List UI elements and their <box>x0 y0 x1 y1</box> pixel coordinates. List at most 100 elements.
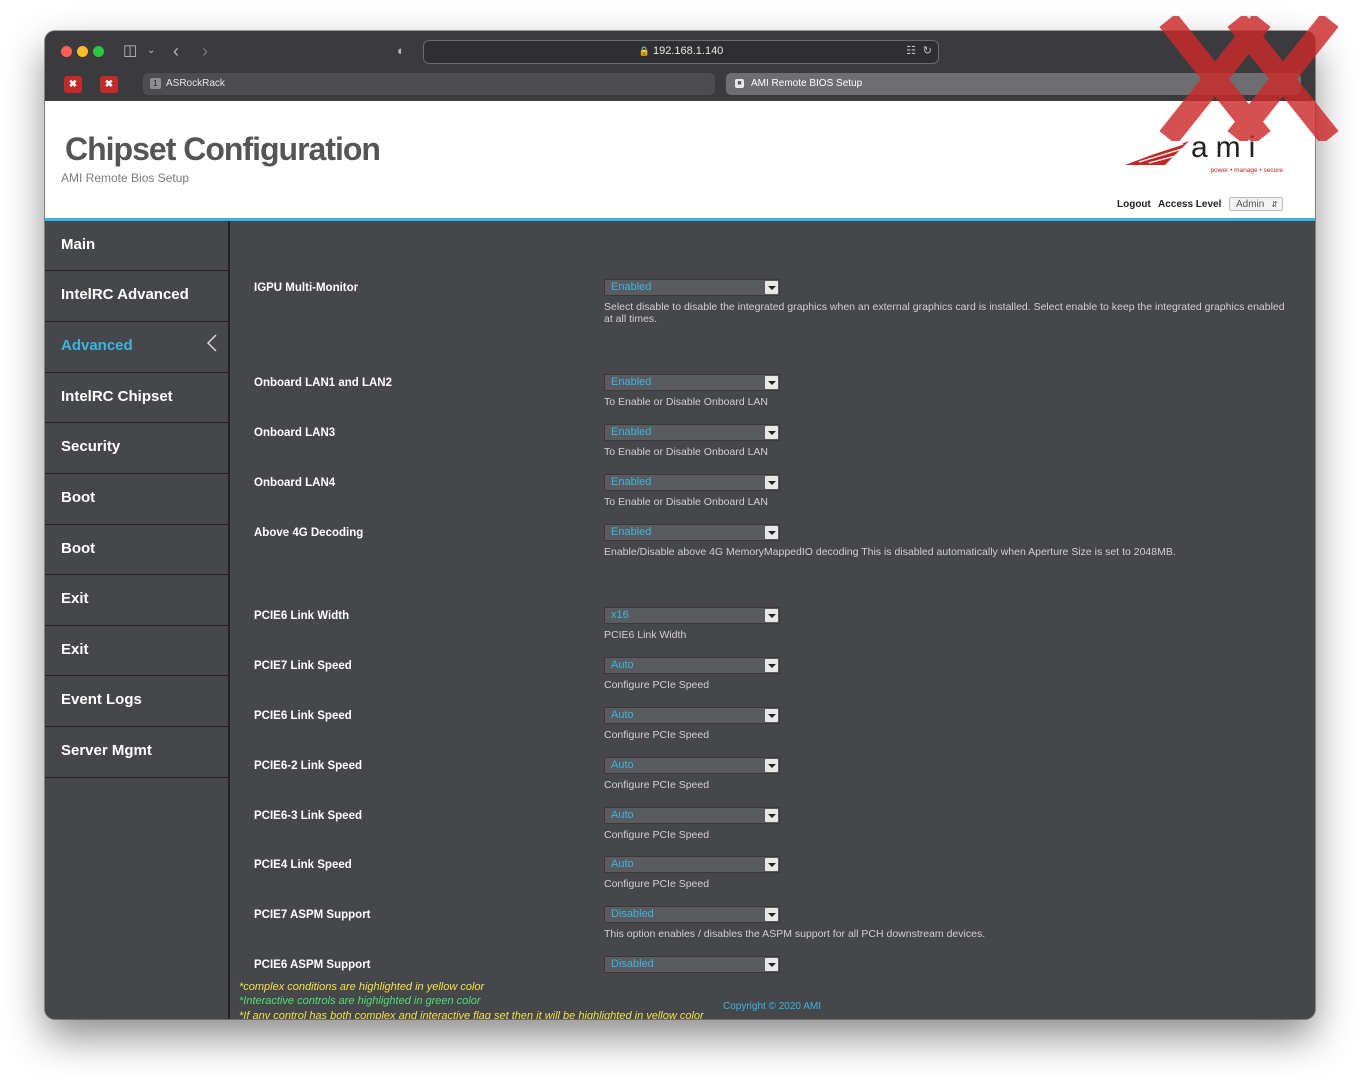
dropdown-arrow-icon <box>765 858 778 871</box>
onboard-lan1-lan2-select[interactable]: Enabled <box>604 374 780 391</box>
sidebar-item-label: Exit <box>61 590 89 607</box>
setting-label: PCIE7 Link Speed <box>254 660 352 672</box>
logout-link[interactable]: Logout <box>1117 199 1151 210</box>
pcie6-2-link-speed-select[interactable]: Auto <box>604 757 780 774</box>
tab-asrockrack[interactable]: 1 ASRockRack <box>143 73 715 95</box>
settings-panel: IGPU Multi-Monitor Enabled Select disabl… <box>230 221 1315 1019</box>
xx-watermark-icon <box>1159 16 1339 141</box>
setting-help: Configure PCIe Speed <box>604 829 710 841</box>
url-text: 192.168.1.140 <box>652 45 724 57</box>
select-value: Auto <box>611 809 634 821</box>
address-bar[interactable]: 🔒 192.168.1.140 ☷ ↻ <box>423 40 939 64</box>
dropdown-arrow-icon <box>765 609 778 622</box>
sidebar-item-boot-2[interactable]: Boot <box>45 525 228 575</box>
back-icon[interactable]: ‹ <box>173 41 179 61</box>
tab-number-badge: 1 <box>150 77 161 89</box>
pcie7-link-speed-select[interactable]: Auto <box>604 657 780 674</box>
select-value: x16 <box>611 609 629 621</box>
setting-help: Configure PCIe Speed <box>604 679 710 691</box>
select-value: Enabled <box>611 281 652 293</box>
pcie7-aspm-support-select[interactable]: Disabled <box>604 906 780 923</box>
sidebar-item-exit[interactable]: Exit <box>45 575 228 626</box>
select-value: Auto <box>611 759 634 771</box>
browser-toolbar: ◫ ⌄ ‹ › ◐ 🔒 192.168.1.140 ☷ ↻ <box>45 31 1315 71</box>
pinned-tab-2[interactable]: ✖ <box>100 76 118 93</box>
page-header: Chipset Configuration AMI Remote Bios Se… <box>45 101 1315 221</box>
setting-help: Enable/Disable above 4G MemoryMappedIO d… <box>604 546 1176 558</box>
sidebar-item-label: IntelRC Chipset <box>61 388 173 405</box>
sidebar-item-label: Server Mgmt <box>61 742 152 759</box>
dropdown-arrow-icon <box>765 709 778 722</box>
setting-label: Onboard LAN3 <box>254 427 336 439</box>
sidebar-item-boot[interactable]: Boot <box>45 474 228 525</box>
sidebar-item-event-logs[interactable]: Event Logs <box>45 676 228 727</box>
dropdown-arrow-icon <box>765 376 778 389</box>
select-value: Auto <box>611 858 634 870</box>
setting-label: PCIE6-3 Link Speed <box>254 810 363 822</box>
sidebar-toggle-icon[interactable]: ◫ <box>123 41 137 61</box>
chevron-down-icon[interactable]: ⌄ <box>147 41 155 61</box>
setting-label: Onboard LAN4 <box>254 477 336 489</box>
sidebar-item-security[interactable]: Security <box>45 423 228 474</box>
tab-bar: ✖ ✖ 1 ASRockRack ■ AMI Remote BIOS Setup <box>45 71 1315 101</box>
setting-help: This option enables / disables the ASPM … <box>604 928 986 940</box>
sidebar-item-label: Security <box>61 438 121 455</box>
access-level-value: Admin <box>1236 199 1265 210</box>
privacy-shield-icon[interactable]: ◐ <box>397 41 405 61</box>
sidebar-item-server-mgmt[interactable]: Server Mgmt <box>45 727 228 778</box>
access-level-label: Access Level <box>1158 199 1222 210</box>
sidebar-item-advanced[interactable]: Advanced <box>45 322 228 373</box>
sidebar-item-intelrc-advanced[interactable]: IntelRC Advanced <box>45 271 228 322</box>
select-value: Auto <box>611 659 634 671</box>
sidebar-item-label: Event Logs <box>61 691 142 708</box>
sidebar-item-intelrc-chipset[interactable]: IntelRC Chipset <box>45 373 228 423</box>
chevron-left-icon <box>207 334 217 352</box>
setting-label: PCIE6 Link Width <box>254 610 350 622</box>
dropdown-arrow-icon <box>765 809 778 822</box>
setting-help: To Enable or Disable Onboard LAN <box>604 446 769 458</box>
translate-icon[interactable]: ☷ <box>906 44 916 57</box>
select-value: Enabled <box>611 476 652 488</box>
igpu-multi-monitor-select[interactable]: Enabled <box>604 279 780 296</box>
setting-label: Onboard LAN1 and LAN2 <box>254 377 393 389</box>
sidebar-item-label: Advanced <box>61 337 133 354</box>
pinned-tab-1[interactable]: ✖ <box>64 76 82 93</box>
zoom-window-button[interactable] <box>93 46 104 57</box>
sidebar-item-label: Boot <box>61 540 96 557</box>
sidebar-item-label: Main <box>61 236 96 253</box>
sidebar-item-label: Boot <box>61 489 96 506</box>
reload-icon[interactable]: ↻ <box>923 44 932 57</box>
setting-help: PCIE6 Link Width <box>604 629 687 641</box>
minimize-window-button[interactable] <box>77 46 88 57</box>
copyright: Copyright © 2020 AMI <box>723 1001 821 1012</box>
select-arrows-icon: ⇵ <box>1271 200 1278 209</box>
select-value: Auto <box>611 709 634 721</box>
onboard-lan3-select[interactable]: Enabled <box>604 424 780 441</box>
setting-help: Configure PCIe Speed <box>604 779 710 791</box>
pcie6-link-speed-select[interactable]: Auto <box>604 707 780 724</box>
setting-label: PCIE6-2 Link Speed <box>254 760 363 772</box>
dropdown-arrow-icon <box>765 476 778 489</box>
interactive-controls-note: *Interactive controls are highlighted in… <box>239 995 481 1007</box>
page-title: Chipset Configuration <box>65 131 381 167</box>
pcie6-link-width-select[interactable]: x16 <box>604 607 780 624</box>
setting-help: Configure PCIe Speed <box>604 878 710 890</box>
close-window-button[interactable] <box>61 46 72 57</box>
onboard-lan4-select[interactable]: Enabled <box>604 474 780 491</box>
access-level-select[interactable]: Admin ⇵ <box>1229 197 1283 211</box>
dropdown-arrow-icon <box>765 281 778 294</box>
pcie6-3-link-speed-select[interactable]: Auto <box>604 807 780 824</box>
above-4g-decoding-select[interactable]: Enabled <box>604 524 780 541</box>
forward-icon[interactable]: › <box>202 41 208 61</box>
dropdown-arrow-icon <box>765 908 778 921</box>
sidebar-nav: Main IntelRC Advanced Advanced IntelRC C… <box>45 221 230 1019</box>
setting-label: PCIE4 Link Speed <box>254 859 352 871</box>
sidebar-item-exit-2[interactable]: Exit <box>45 626 228 676</box>
sidebar-item-main[interactable]: Main <box>45 221 228 271</box>
setting-label: Above 4G Decoding <box>254 527 364 539</box>
browser-window: ◫ ⌄ ‹ › ◐ 🔒 192.168.1.140 ☷ ↻ ✖ ✖ 1 ASRoc… <box>45 31 1315 1019</box>
pcie4-link-speed-select[interactable]: Auto <box>604 856 780 873</box>
combined-flags-note: *If any control has both complex and int… <box>239 1010 704 1019</box>
logo-tagline: power • manage • secure <box>1210 167 1283 174</box>
pcie6-aspm-support-select[interactable]: Disabled <box>604 956 780 973</box>
